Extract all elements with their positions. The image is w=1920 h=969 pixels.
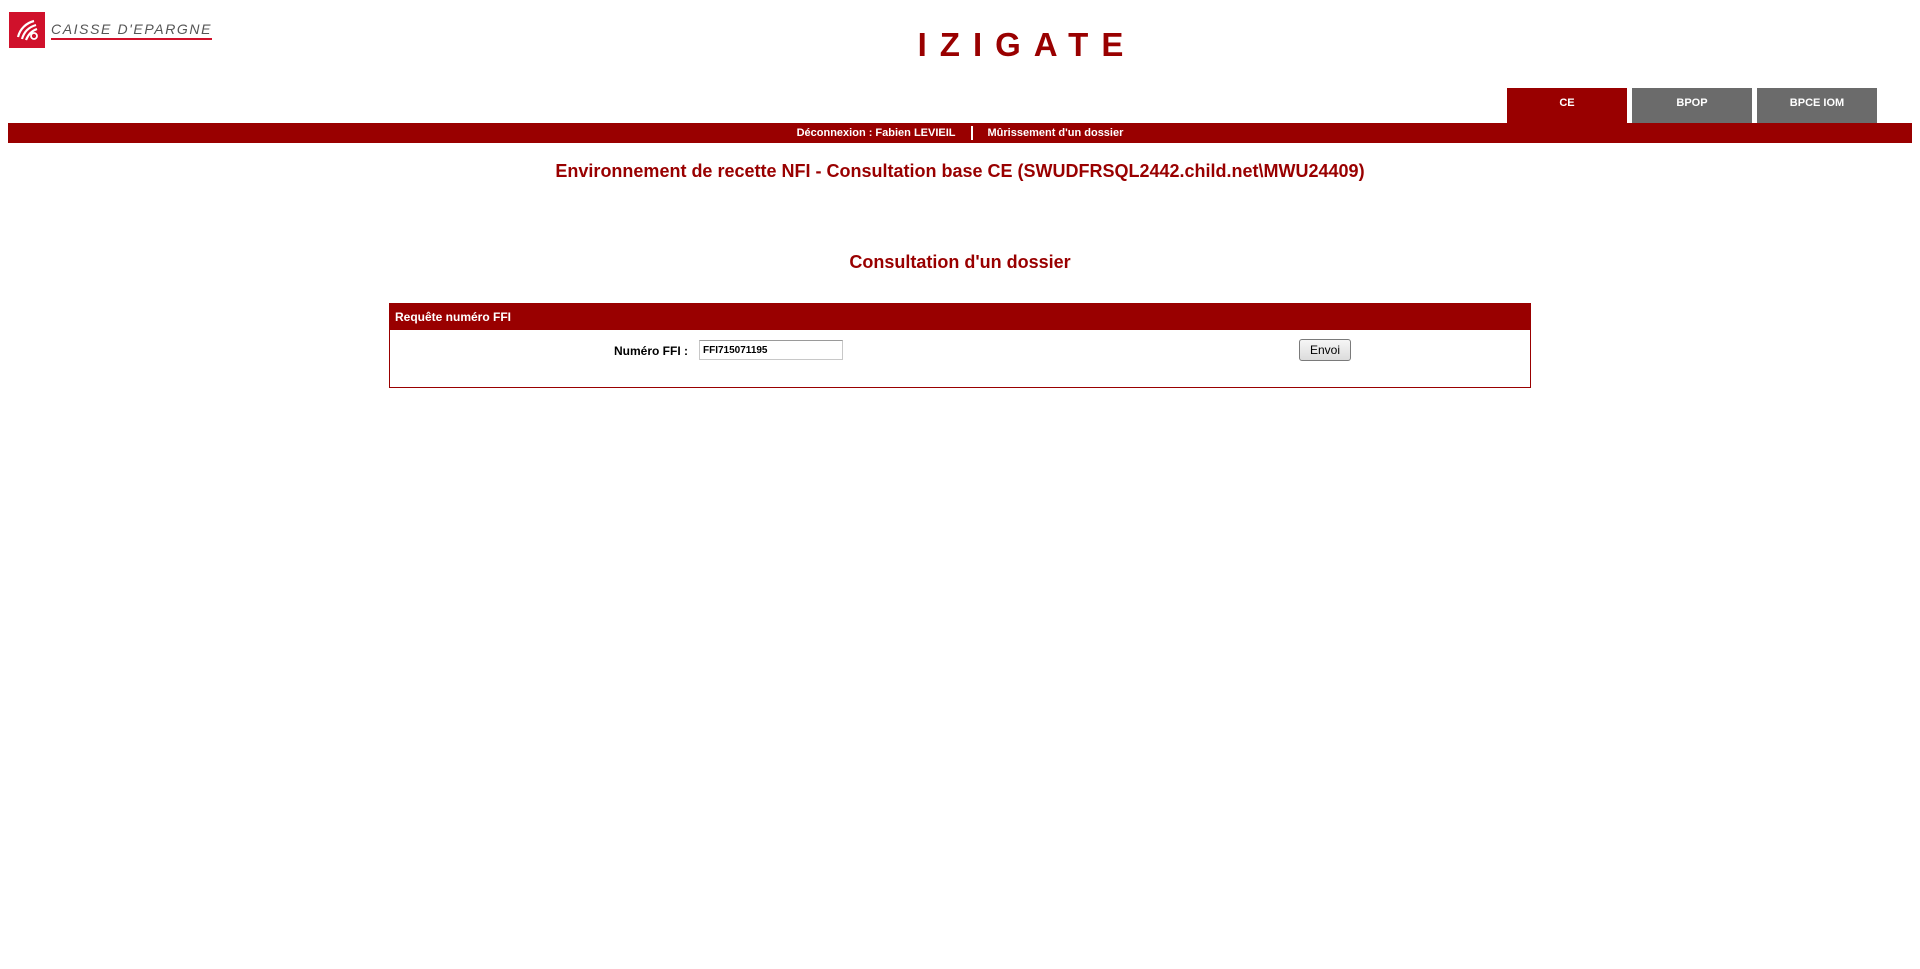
tab-bpop[interactable]: BPOP [1632, 88, 1752, 123]
panel-header: Requête numéro FFI [390, 304, 1530, 330]
tab-bpce-iom[interactable]: BPCE IOM [1757, 88, 1877, 123]
submit-button[interactable]: Envoi [1299, 339, 1351, 361]
environment-tabs: CE BPOP BPCE IOM [1507, 88, 1882, 123]
app-title: IZIGATE [917, 26, 1137, 63]
ffi-request-panel: Requête numéro FFI Numéro FFI : Envoi [389, 303, 1531, 388]
maturation-link[interactable]: Mûrissement d'un dossier [973, 127, 1139, 139]
nav-bar: Déconnexion : Fabien LEVIEIL Mûrissement… [8, 123, 1912, 143]
ffi-number-input[interactable] [699, 340, 843, 360]
logout-link[interactable]: Déconnexion : Fabien LEVIEIL [782, 127, 971, 139]
section-title: Consultation d'un dossier [849, 252, 1071, 272]
tab-ce[interactable]: CE [1507, 88, 1627, 123]
ffi-number-label: Numéro FFI : [614, 344, 688, 358]
page: CAISSE D'EPARGNE IZIGATE CE BPOP BPCE IO… [0, 0, 1920, 969]
environment-title: Environnement de recette NFI - Consultat… [555, 161, 1365, 181]
